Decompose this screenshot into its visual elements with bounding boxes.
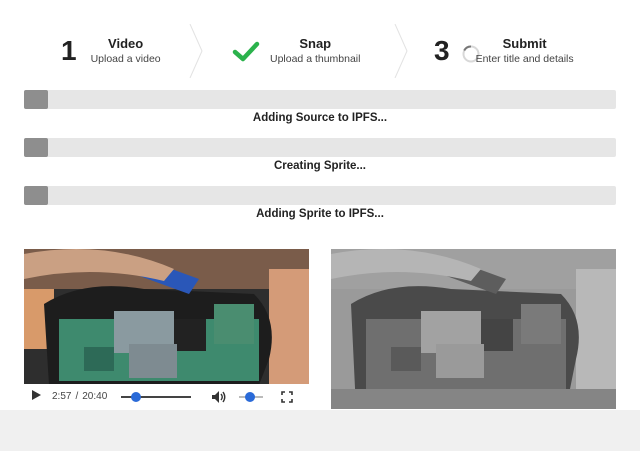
step-divider bbox=[394, 24, 408, 78]
step-divider bbox=[189, 24, 203, 78]
step-submit[interactable]: 3 Submit Enter title and details bbox=[434, 20, 574, 82]
step-subtitle: Enter title and details bbox=[475, 53, 574, 65]
step-title: Submit bbox=[502, 36, 547, 51]
duration: 20:40 bbox=[82, 391, 108, 402]
time-separator: / bbox=[75, 391, 79, 402]
step-subtitle: Upload a video bbox=[90, 53, 161, 65]
seek-bar[interactable] bbox=[121, 391, 192, 403]
progress-fill bbox=[24, 186, 48, 205]
progress-label: Adding Source to IPFS... bbox=[252, 112, 388, 124]
current-time: 2:57 bbox=[52, 391, 72, 402]
video-frame bbox=[24, 249, 309, 385]
play-icon[interactable] bbox=[30, 389, 50, 409]
step-number: 1 bbox=[61, 35, 77, 66]
thumbnail-preview bbox=[331, 249, 616, 409]
progress-fill bbox=[24, 138, 48, 157]
progress-bar-sprite bbox=[24, 138, 616, 157]
volume-icon[interactable] bbox=[211, 390, 227, 404]
video-player[interactable]: 2:57 / 20:40 bbox=[24, 249, 309, 409]
progress-label: Adding Sprite to IPFS... bbox=[256, 208, 384, 220]
progress-bar-source bbox=[24, 90, 616, 109]
player-controls: 2:57 / 20:40 bbox=[24, 384, 309, 409]
checkmark-icon bbox=[232, 37, 260, 65]
thumbnail-image bbox=[331, 249, 616, 409]
volume-slider[interactable] bbox=[239, 391, 264, 403]
progress-label: Creating Sprite... bbox=[273, 160, 367, 172]
step-video[interactable]: 1 Video Upload a video bbox=[61, 20, 161, 82]
progress-fill bbox=[24, 90, 48, 109]
step-title: Snap bbox=[299, 36, 332, 51]
step-snap[interactable]: Snap Upload a thumbnail bbox=[232, 20, 360, 82]
seek-knob[interactable] bbox=[131, 391, 142, 402]
step-title: Video bbox=[108, 36, 144, 51]
step-subtitle: Upload a thumbnail bbox=[270, 53, 361, 65]
progress-bar-sprite-ipfs bbox=[24, 186, 616, 205]
fullscreen-icon[interactable] bbox=[281, 390, 294, 403]
step-number: 3 bbox=[434, 35, 450, 66]
page-footer bbox=[0, 410, 640, 451]
volume-knob[interactable] bbox=[245, 391, 256, 402]
upload-stepper: 1 Video Upload a video Snap Upload a thu… bbox=[24, 20, 616, 82]
